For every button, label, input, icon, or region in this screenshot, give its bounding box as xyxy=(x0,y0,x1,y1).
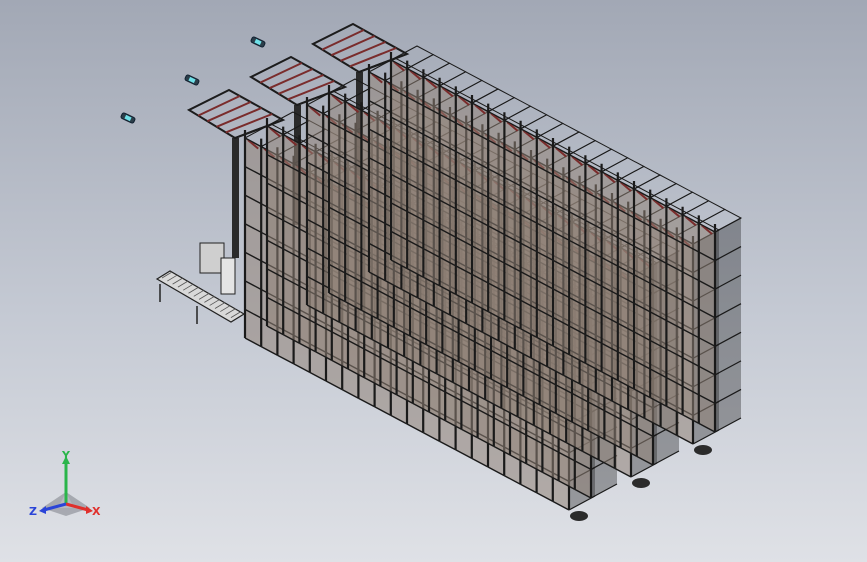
crane-boom-rung xyxy=(259,62,303,84)
crane-carriage-wheel xyxy=(632,478,650,488)
light-icon xyxy=(250,36,266,48)
crane-carriage-wheel xyxy=(694,445,712,455)
rack-bay-panel xyxy=(488,111,505,321)
rack-bay-panel xyxy=(455,94,472,304)
crane-mast xyxy=(232,138,239,258)
roller-conveyor xyxy=(155,242,246,324)
light-icon xyxy=(184,74,200,86)
warehouse-assembly-model[interactable] xyxy=(0,0,867,562)
rack-bay-panel xyxy=(391,60,408,269)
rack-bay-panel xyxy=(682,214,699,424)
crane-boom-rung xyxy=(268,68,314,90)
scene-lights xyxy=(120,36,266,124)
rack-bay-panel xyxy=(698,223,715,432)
pickup-station xyxy=(199,242,225,274)
rack-bay-panel xyxy=(601,171,618,381)
rack-bay-panel xyxy=(423,77,440,286)
rack-bay-panel xyxy=(407,68,424,278)
crane-boom-rung xyxy=(225,113,273,134)
rack-bay-panel xyxy=(267,126,284,335)
rack-bay-panel xyxy=(329,93,346,302)
rack-bay-panel xyxy=(569,154,586,364)
crane-boom-rung xyxy=(278,74,324,95)
z-axis-arrowhead xyxy=(39,506,46,514)
rack-bay-panel xyxy=(553,146,570,355)
rack-end-face xyxy=(715,218,741,432)
graphics-viewport[interactable]: Y X Z xyxy=(0,0,867,562)
crane-boom-rung xyxy=(349,47,397,68)
crane-boom-rung xyxy=(330,35,376,57)
rack-bay-panel xyxy=(345,101,362,311)
coordinate-triad: Y X Z xyxy=(29,449,101,518)
rack-bay-panel xyxy=(369,72,386,281)
rack-bay-panel xyxy=(650,197,667,407)
rack-bay-panel xyxy=(520,128,537,338)
rack-bay-panel xyxy=(245,138,262,347)
rack-bay-panel xyxy=(307,105,324,314)
crane-boom-rung xyxy=(287,80,335,101)
z-axis-label: Z xyxy=(29,505,37,518)
rack-bay-panel xyxy=(585,163,602,372)
crane-boom-rung xyxy=(197,95,241,117)
rack-bay-panel xyxy=(283,134,300,344)
y-axis-label: Y xyxy=(61,449,71,462)
crane-boom-rung xyxy=(321,29,365,51)
rack-bay-panel xyxy=(439,85,456,295)
crane-boom-rung xyxy=(216,107,262,128)
rack-bay-panel xyxy=(634,189,651,398)
x-axis-label: X xyxy=(92,505,101,518)
rack-bay-panel xyxy=(617,180,634,389)
rack-bay-panel xyxy=(666,206,683,415)
control-cabinet xyxy=(220,257,236,295)
rack-bay-panel xyxy=(472,103,489,312)
conveyor-belt xyxy=(155,242,246,324)
crane-carriage-wheel xyxy=(570,511,588,521)
storage-rack-rows xyxy=(243,45,743,521)
rack-bay-panel xyxy=(536,137,553,346)
light-icon xyxy=(120,112,136,124)
crane-boom-rung xyxy=(206,101,252,123)
crane-boom-rung xyxy=(340,41,386,62)
rack-bay-panel xyxy=(504,120,521,329)
